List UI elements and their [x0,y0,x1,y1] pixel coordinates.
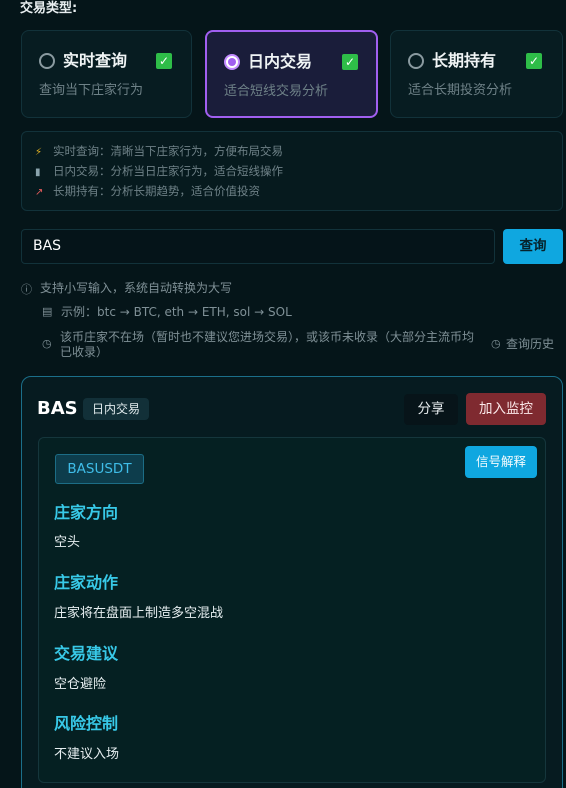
share-button[interactable]: 分享 [404,394,458,425]
section-value-action: 庄家将在盘面上制造多空混战 [54,606,224,621]
result-symbol: BAS [37,398,78,419]
mode-card-longterm[interactable]: 长期持有 ✓ 适合长期投资分析 [390,30,563,118]
checkbox-longterm[interactable]: ✓ [526,53,542,69]
lightning-icon: ⚡ [35,147,43,158]
trend-chart-icon: ↗ [35,187,44,198]
mode-desc-intraday: 适合短线交易分析 [224,84,329,99]
symbol-search-input[interactable]: BAS [21,229,495,264]
mode-title-realtime: 实时查询 [63,51,128,70]
mode-card-realtime[interactable]: 实时查询 ✓ 查询当下庄家行为 [21,30,192,118]
mode-desc-realtime: 查询当下庄家行为 [39,83,144,98]
example-hint: 示例：btc → BTC, eth → ETH, sol → SOL [61,305,292,319]
mode-card-intraday[interactable]: 日内交易 ✓ 适合短线交易分析 [205,30,378,118]
mode-title-intraday: 日内交易 [248,52,313,71]
section-value-direction: 空头 [54,535,81,550]
mode-info-box: ⚡ 实时查询：清晰当下庄家行为，方便布局交易 ▮ 日内交易：分析当日庄家行为，适合短… [21,131,563,211]
warning-hint-line1: 该币庄家不在场（暂时也不建议您进场交易），或该币未收录（大部分主流币均 [60,330,475,344]
info-circle-icon: ⓘ [21,283,32,296]
pair-tag: BASUSDT [55,454,144,484]
signal-explain-button[interactable]: 信号解释 [465,446,537,478]
add-monitor-button[interactable]: 加入监控 [466,393,546,425]
section-heading-advice: 交易建议 [54,644,119,663]
mode-info-text: 实时查询：清晰当下庄家行为，方便布局交易 [53,144,283,158]
checkbox-intraday[interactable]: ✓ [342,54,358,70]
section-value-risk: 不建议入场 [54,747,120,762]
radio-intraday[interactable] [224,54,240,70]
section-heading-action: 庄家动作 [54,573,119,592]
mode-badge: 日内交易 [83,398,150,420]
uppercase-hint: 支持小写输入，系统自动转换为大写 [40,281,233,295]
query-button[interactable]: 查询 [503,229,563,264]
mode-info-line: ⚡ 实时查询：清晰当下庄家行为，方便布局交易 [35,143,283,161]
section-value-advice: 空仓避险 [54,677,107,692]
radio-longterm[interactable] [408,53,424,69]
mode-info-line: ↗ 长期持有：分析长期趋势，适合价值投资 [35,183,260,201]
section-heading-direction: 庄家方向 [54,503,119,522]
mode-desc-longterm: 适合长期投资分析 [408,83,513,98]
mode-info-text: 长期持有：分析长期趋势，适合价值投资 [53,184,260,198]
document-icon: ▤ [42,305,53,318]
checkbox-realtime[interactable]: ✓ [156,53,172,69]
mode-title-longterm: 长期持有 [432,51,497,70]
bar-chart-icon: ▮ [35,167,41,178]
mode-info-text: 日内交易：分析当日庄家行为，适合短线操作 [53,164,283,178]
mode-info-line: ▮ 日内交易：分析当日庄家行为，适合短线操作 [35,163,283,181]
radio-realtime[interactable] [39,53,55,69]
clock-icon: ◷ [42,337,52,350]
warning-hint-line2: 已收录） [60,345,109,359]
trade-type-label: 交易类型: [20,1,78,16]
history-clock-icon[interactable]: ◷ [491,337,501,350]
query-history-link[interactable]: 查询历史 [506,336,554,352]
section-heading-risk: 风险控制 [54,714,119,733]
